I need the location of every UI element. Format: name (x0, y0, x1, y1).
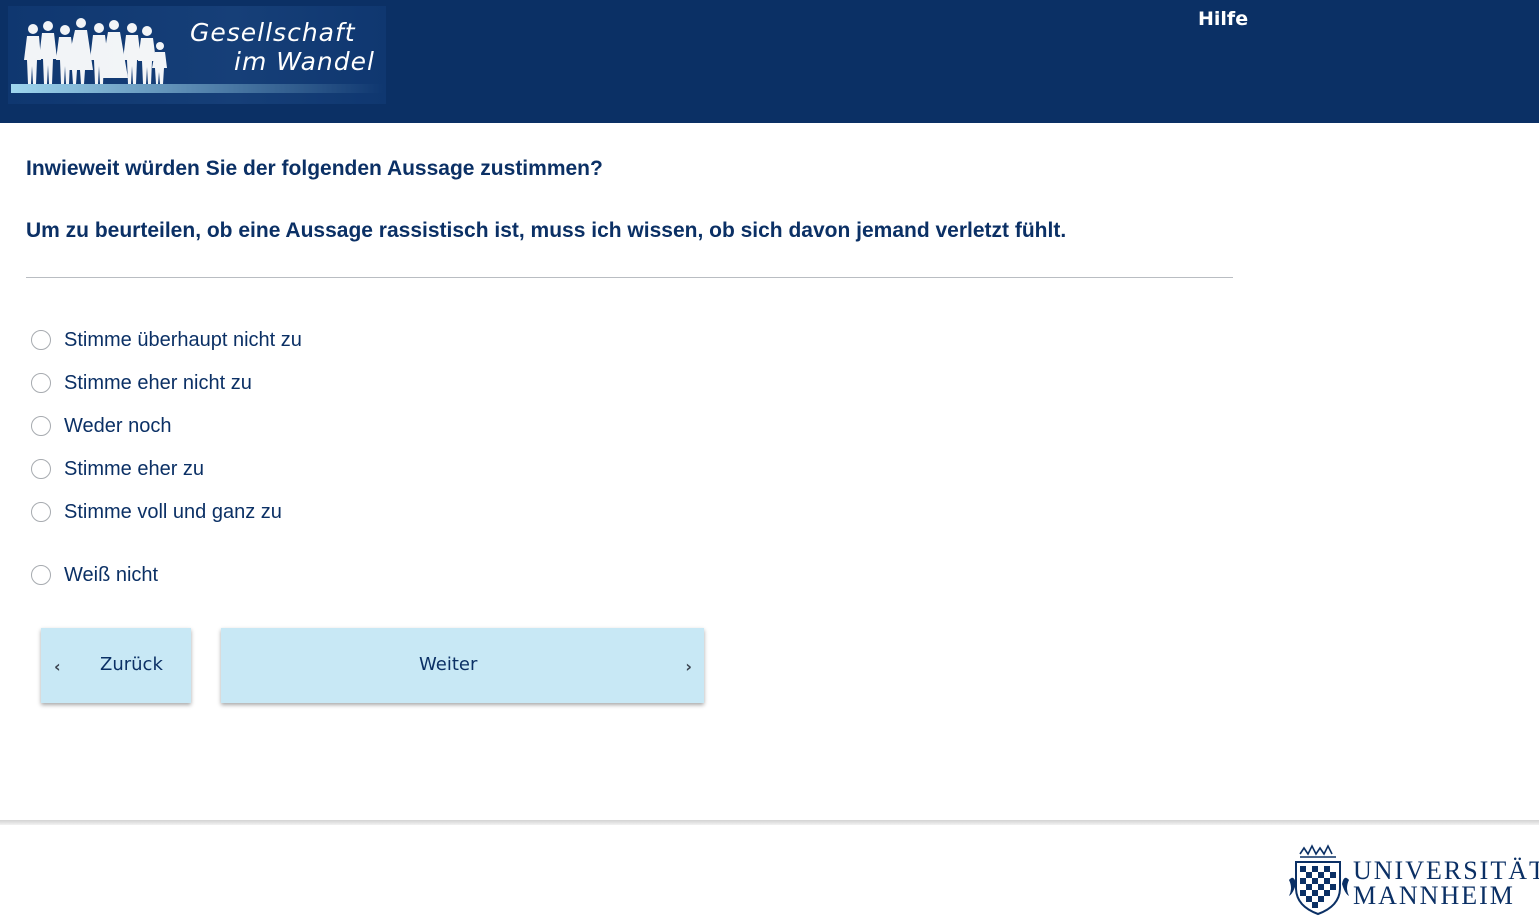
radio-button[interactable] (31, 565, 51, 585)
option-label: Weder noch (64, 414, 172, 437)
option-label: Weiß nicht (64, 563, 159, 586)
radio-button[interactable] (31, 459, 51, 479)
option-stimme-eher-nicht-zu[interactable]: Stimme eher nicht zu (31, 370, 252, 396)
option-stimme-ueberhaupt-nicht-zu[interactable]: Stimme überhaupt nicht zu (31, 327, 302, 353)
radio-button[interactable] (31, 330, 51, 350)
footer-divider (0, 820, 1539, 825)
option-label: Stimme eher nicht zu (64, 371, 252, 394)
site-header: Gesellschaft im Wandel Hilfe (0, 0, 1539, 123)
universitaet-mannheim-logo: UNIVERSITÄT MANNHEIM (1286, 840, 1539, 918)
option-weiss-nicht[interactable]: Weiß nicht (31, 562, 158, 588)
logo-text-line2: im Wandel (234, 47, 375, 76)
option-label: Stimme überhaupt nicht zu (64, 328, 302, 351)
next-button[interactable]: Weiter › (221, 628, 704, 703)
back-button[interactable]: ‹ Zurück (41, 628, 191, 703)
option-stimme-eher-zu[interactable]: Stimme eher zu (31, 456, 204, 482)
back-button-label: Zurück (100, 654, 163, 675)
radio-button[interactable] (31, 373, 51, 393)
university-crest-icon (1289, 844, 1349, 916)
logo-text-line1: Gesellschaft (190, 18, 356, 47)
divider (26, 277, 1233, 278)
option-weder-noch[interactable]: Weder noch (31, 413, 171, 439)
help-link[interactable]: Hilfe (1198, 8, 1248, 30)
option-label: Stimme eher zu (64, 457, 205, 480)
radio-button[interactable] (31, 502, 51, 522)
question-intro: Inwieweit würden Sie der folgenden Aussa… (26, 157, 603, 180)
radio-button[interactable] (31, 416, 51, 436)
chevron-right-icon: › (685, 657, 692, 676)
question-statement: Um zu beurteilen, ob eine Aussage rassis… (26, 219, 1067, 242)
option-label: Stimme voll und ganz zu (64, 500, 282, 523)
next-button-label: Weiter (419, 654, 478, 675)
gesellschaft-im-wandel-logo: Gesellschaft im Wandel (8, 6, 386, 104)
university-name-line2: MANNHEIM (1353, 881, 1515, 910)
option-stimme-voll-und-ganz-zu[interactable]: Stimme voll und ganz zu (31, 499, 282, 525)
chevron-left-icon: ‹ (54, 657, 61, 676)
